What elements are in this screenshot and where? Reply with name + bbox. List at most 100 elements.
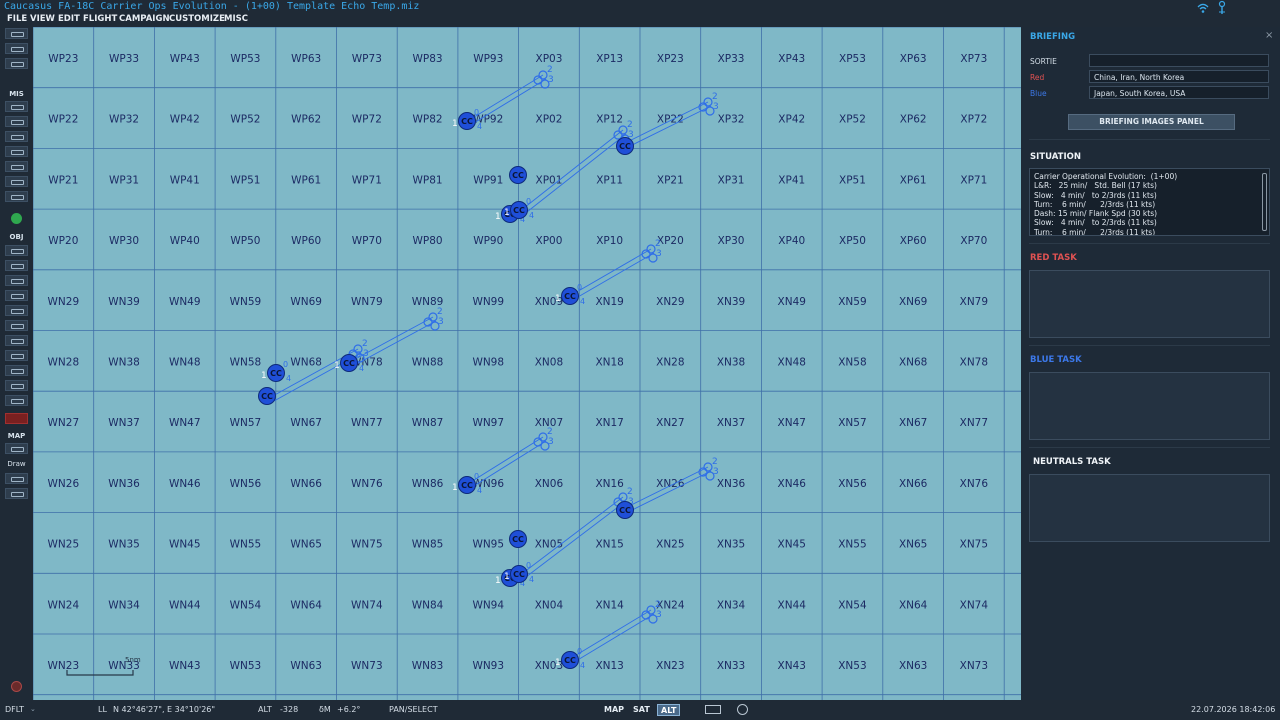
- network-icon[interactable]: [1196, 0, 1210, 14]
- menu-flight[interactable]: FLIGHT: [83, 14, 117, 24]
- sortie-field[interactable]: [1089, 54, 1269, 67]
- profile-select[interactable]: DFLT: [5, 705, 24, 714]
- ruler-button[interactable]: [5, 473, 28, 484]
- map-options-button[interactable]: [5, 443, 28, 454]
- chevron-down-icon[interactable]: ⌄: [30, 705, 36, 713]
- mission-options-button[interactable]: [5, 146, 28, 157]
- route-line: [570, 613, 655, 665]
- add-initial-point-button[interactable]: [5, 395, 28, 406]
- menu-campaign[interactable]: CAMPAIGN: [119, 14, 170, 24]
- waypoint-label: 1: [452, 119, 458, 129]
- waypoint-label: 0: [526, 197, 531, 206]
- add-trigger-zone-button[interactable]: [5, 335, 28, 346]
- grid-cell-label: XP53: [839, 53, 866, 65]
- grid-cell-label: WN88: [412, 357, 444, 369]
- red-coalition-field[interactable]: China, Iran, North Korea: [1089, 70, 1269, 83]
- map-canvas[interactable]: WP23 WP33 WP43 WP53 WP63 WP73 WP83 WP93 XP03 XP13…: [33, 27, 1021, 700]
- menu-misc[interactable]: MISC: [224, 14, 248, 24]
- grid-cell-label: WN44: [169, 599, 201, 611]
- situation-textarea[interactable]: Carrier Operational Evolution: (1+00) L&…: [1029, 168, 1270, 236]
- grid-cell-label: WP93: [473, 53, 503, 65]
- situation-scrollbar[interactable]: [1262, 173, 1267, 231]
- waypoint-label: 0: [474, 472, 479, 481]
- add-bullseye-button[interactable]: [5, 380, 28, 391]
- mission-map[interactable]: WP23 WP33 WP43 WP53 WP63 WP73 WP83 WP93 XP03 XP13…: [33, 27, 1021, 700]
- waypoint-label: 4: [580, 661, 585, 670]
- grid-cell-label: WP22: [48, 114, 78, 126]
- check-button[interactable]: [5, 176, 28, 187]
- grid-cell-label: WN74: [351, 599, 383, 611]
- unit-label: CC: [619, 506, 631, 515]
- triggers-button[interactable]: [5, 131, 28, 142]
- fly-mission-icon[interactable]: [11, 213, 22, 224]
- grid-cell-label: XN35: [717, 539, 745, 551]
- waypoint-label: 2: [712, 457, 718, 467]
- red-task-textarea[interactable]: [1029, 270, 1270, 338]
- toggle-panel-icon[interactable]: [705, 705, 721, 714]
- close-icon[interactable]: ×: [1265, 30, 1273, 41]
- add-nav-point-button[interactable]: [5, 365, 28, 376]
- grid-cell-label: XN56: [838, 478, 867, 490]
- save-mission-button[interactable]: [5, 58, 28, 69]
- add-static-button[interactable]: [5, 320, 28, 331]
- magvar-label: δM: [319, 705, 331, 714]
- record-icon[interactable]: [11, 681, 22, 692]
- add-helicopter-button[interactable]: [5, 260, 28, 271]
- weather-button[interactable]: [5, 116, 28, 127]
- draw-button[interactable]: Draw: [0, 460, 33, 468]
- waypoint-label: 0: [577, 283, 582, 292]
- layers-button[interactable]: [5, 488, 28, 499]
- grid-cell-label: WP32: [109, 114, 139, 126]
- menu-customize[interactable]: CUSTOMIZE: [169, 14, 225, 24]
- delete-button[interactable]: [5, 413, 28, 424]
- menu-view[interactable]: VIEW: [30, 14, 55, 24]
- grid-cell-label: XP50: [839, 235, 866, 247]
- grid-cell-label: WN89: [412, 296, 444, 308]
- coalitions-button[interactable]: [5, 161, 28, 172]
- grid-cell-label: WP31: [109, 174, 139, 186]
- menu-edit[interactable]: EDIT: [58, 14, 80, 24]
- alt-view-button[interactable]: ALT: [657, 704, 681, 716]
- briefing-title: BRIEFING: [1030, 32, 1076, 42]
- sat-view-button[interactable]: SAT: [630, 704, 653, 716]
- grid-cell-label: XN33: [717, 660, 745, 672]
- grid-cell-label: XN17: [595, 417, 623, 429]
- coord-mode-button[interactable]: LL: [98, 705, 107, 714]
- neutrals-task-textarea[interactable]: [1029, 474, 1270, 542]
- add-template-button[interactable]: [5, 350, 28, 361]
- new-mission-button[interactable]: [5, 28, 28, 39]
- grid-cell-label: XN63: [899, 660, 927, 672]
- grid-cell-label: WN98: [472, 357, 504, 369]
- menu-file[interactable]: FILE: [7, 14, 27, 24]
- situation-line: Dash: 15 min/ Flank Spd (30 kts): [1034, 209, 1158, 219]
- grid-cell-label: WP81: [413, 174, 443, 186]
- add-ship-button[interactable]: [5, 275, 28, 286]
- grid-cell-label: XN53: [838, 660, 866, 672]
- grid-cell-label: XN48: [778, 357, 806, 369]
- waypoint-label: 4: [477, 486, 482, 495]
- grid-cell-label: WN35: [108, 539, 140, 551]
- waypoint-label: 3: [548, 437, 554, 447]
- blue-coalition-field[interactable]: Japan, South Korea, USA: [1089, 86, 1269, 99]
- grid-cell-label: WN53: [230, 660, 262, 672]
- window-title: Caucasus FA-18C Carrier Ops Evolution - …: [4, 1, 420, 12]
- grid-cell-label: WN67: [290, 417, 322, 429]
- add-plane-button[interactable]: [5, 245, 28, 256]
- menu-bar: FILE VIEW EDIT FLIGHT CAMPAIGN CUSTOMIZE…: [0, 14, 1280, 27]
- open-mission-button[interactable]: [5, 43, 28, 54]
- briefing-images-button[interactable]: BRIEFING IMAGES PANEL: [1068, 114, 1235, 130]
- grid-cell-label: WP30: [109, 235, 139, 247]
- antenna-icon[interactable]: [1215, 0, 1229, 19]
- grid-cell-label: WP63: [291, 53, 321, 65]
- resources-button[interactable]: [5, 191, 28, 202]
- map-view-button[interactable]: MAP: [601, 704, 627, 716]
- grid-cell-label: WN86: [412, 478, 444, 490]
- mission-goals-button[interactable]: [5, 101, 28, 112]
- add-group-button[interactable]: [5, 305, 28, 316]
- grid-cell-label: XP02: [536, 114, 563, 126]
- situation-line: Turn: 6 min/ 2/3rds (11 kts): [1034, 227, 1156, 236]
- settings-icon[interactable]: [737, 704, 748, 715]
- add-vehicle-button[interactable]: [5, 290, 28, 301]
- blue-task-textarea[interactable]: [1029, 372, 1270, 440]
- grid-cell-label: XP62: [900, 114, 927, 126]
